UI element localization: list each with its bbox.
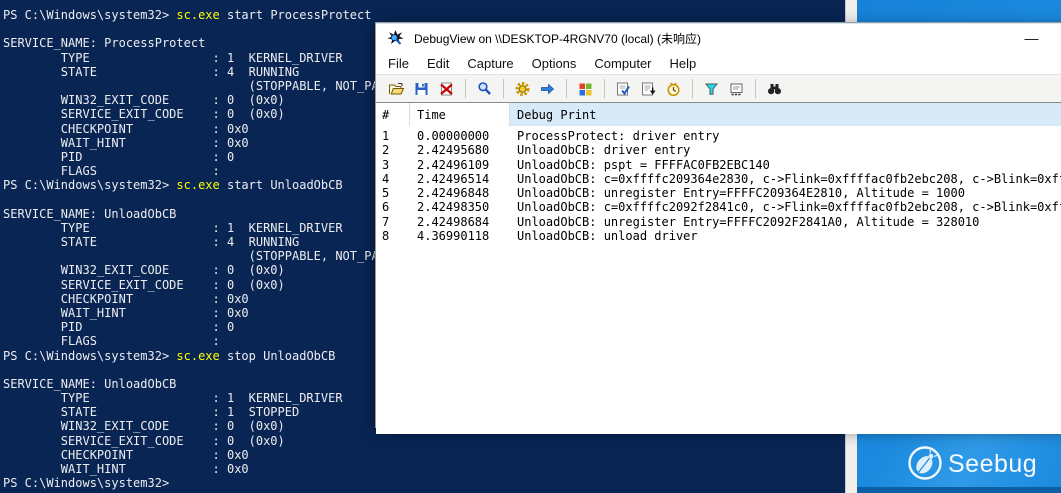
- banner-bottom-strip: [857, 487, 1061, 493]
- toolbar-separator: [503, 79, 504, 98]
- toolbar: [376, 75, 1061, 103]
- find-binoculars-icon[interactable]: [766, 81, 783, 97]
- open-icon[interactable]: [388, 81, 405, 97]
- menu-file[interactable]: File: [379, 56, 418, 71]
- seebug-bug-icon: [910, 448, 941, 479]
- log-comment-icon[interactable]: [615, 81, 632, 97]
- log-row[interactable]: 42.42496514UnloadObCB: c=0xffffc209364e2…: [376, 172, 1061, 186]
- toolbar-separator: [755, 79, 756, 98]
- log-row[interactable]: 72.42498684UnloadObCB: unregister Entry=…: [376, 215, 1061, 229]
- log-row[interactable]: 52.42496848UnloadObCB: unregister Entry=…: [376, 186, 1061, 200]
- powershell-output: PS C:\Windows\system32> sc.exe start Pro…: [3, 8, 430, 490]
- save-icon[interactable]: [413, 81, 430, 97]
- log-row[interactable]: 62.42498350UnloadObCB: c=0xffffc2092f284…: [376, 200, 1061, 214]
- capture-magnifier-icon[interactable]: [476, 81, 493, 97]
- menu-options[interactable]: Options: [523, 56, 586, 71]
- menu-edit[interactable]: Edit: [418, 56, 458, 71]
- seebug-logo: Seebug: [906, 442, 1054, 484]
- autoscroll-icon[interactable]: [640, 81, 657, 97]
- minimize-button[interactable]: —: [1009, 24, 1054, 52]
- debugview-window: DebugView on \\DESKTOP-4RGNV70 (local) (…: [375, 22, 1061, 428]
- log-rows: 10.00000000ProcessProtect: driver entry2…: [376, 126, 1061, 434]
- clear-display-icon[interactable]: [438, 81, 455, 97]
- log-row[interactable]: 84.36990118UnloadObCB: unload driver: [376, 229, 1061, 243]
- log-row[interactable]: 32.42496109UnloadObCB: pspt = FFFFAC0FB2…: [376, 158, 1061, 172]
- column-header-time[interactable]: Time: [410, 103, 510, 126]
- seebug-brand-text: Seebug: [948, 450, 1037, 478]
- log-row[interactable]: 10.00000000ProcessProtect: driver entry: [376, 129, 1061, 143]
- menu-help[interactable]: Help: [661, 56, 706, 71]
- menu-computer[interactable]: Computer: [585, 56, 660, 71]
- highlight-icon[interactable]: [728, 81, 745, 97]
- column-headers: # Time Debug Print: [376, 103, 1061, 126]
- debugview-app-icon: [387, 30, 404, 46]
- menu-bar: FileEditCaptureOptionsComputerHelp: [376, 52, 1061, 75]
- clock-time-icon[interactable]: [665, 81, 682, 97]
- log-row[interactable]: 22.42495680UnloadObCB: driver entry: [376, 143, 1061, 157]
- column-header-debug-print[interactable]: Debug Print: [510, 103, 1061, 126]
- window-title: DebugView on \\DESKTOP-4RGNV70 (local) (…: [414, 30, 701, 47]
- menu-capture[interactable]: Capture: [458, 56, 522, 71]
- capture-kernel-gear-icon[interactable]: [514, 81, 531, 97]
- toolbar-separator: [604, 79, 605, 98]
- passthrough-arrow-icon[interactable]: [539, 81, 556, 97]
- toolbar-separator: [566, 79, 567, 98]
- powershell-console[interactable]: PS C:\Windows\system32> sc.exe start Pro…: [0, 0, 430, 493]
- toolbar-separator: [465, 79, 466, 98]
- filter-funnel-icon[interactable]: [703, 81, 720, 97]
- toolbar-separator: [692, 79, 693, 98]
- capture-win32-windows-icon[interactable]: [577, 81, 594, 97]
- debugview-titlebar[interactable]: DebugView on \\DESKTOP-4RGNV70 (local) (…: [376, 23, 1061, 52]
- column-header-num[interactable]: #: [376, 103, 410, 126]
